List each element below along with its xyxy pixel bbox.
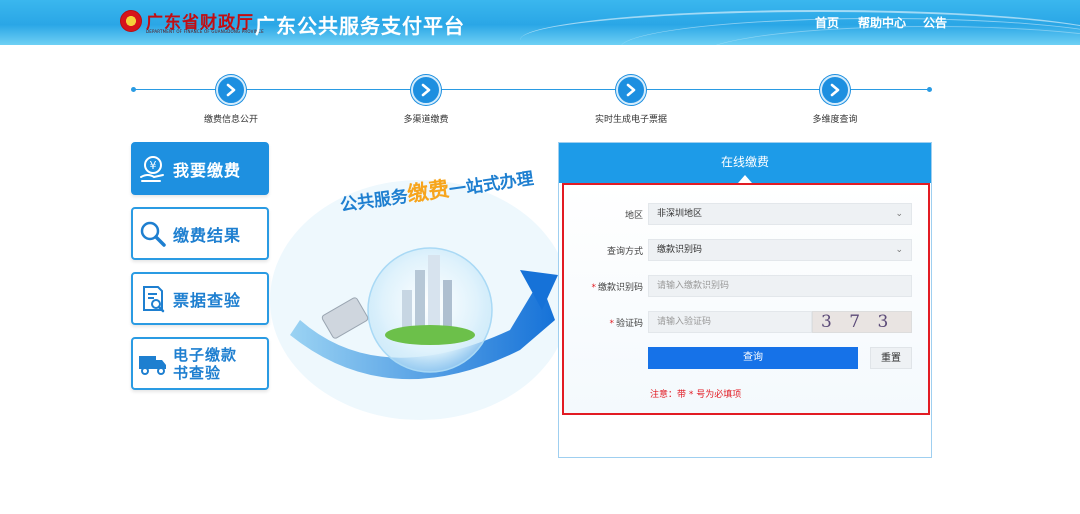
region-value: 非深圳地区 (657, 209, 703, 219)
payment-code-label: * 缴款识别码 (563, 280, 643, 293)
menu-ebook-label: 电子缴款 书查验 (173, 346, 237, 382)
payment-form: 地区 非深圳地区 ⌄ 查询方式 缴款识别码 ⌄ * 缴款识别码 请输入缴款识别码 … (562, 183, 930, 415)
platform-title: 广东公共服务支付平台 (255, 14, 465, 38)
top-header: 广东省财政厅 DEPARTMENT OF FINANCE OF GUANGDON… (0, 0, 1080, 45)
step-2-arrow-icon (411, 75, 441, 105)
captcha-image[interactable]: 3 7 3 \ (812, 311, 912, 333)
reset-button[interactable]: 重置 (870, 347, 912, 369)
nav-help-link[interactable]: 帮助中心 (858, 14, 906, 31)
query-button[interactable]: 查询 (648, 347, 858, 369)
steps-start-dot (131, 87, 136, 92)
menu-ebook-label-line2: 书查验 (173, 363, 222, 382)
step-4-arrow-icon (820, 75, 850, 105)
step-1-label: 缴费信息公开 (203, 115, 258, 125)
menu-verify-button[interactable]: 票据查验 (131, 272, 269, 325)
required-mark: * (609, 319, 614, 329)
online-payment-panel: 在线缴费 地区 非深圳地区 ⌄ 查询方式 缴款识别码 ⌄ * 缴款识别码 请输入缴… (558, 142, 932, 458)
query-method-value: 缴款识别码 (657, 245, 703, 255)
chevron-down-icon: ⌄ (895, 209, 903, 219)
nav-notice-link[interactable]: 公告 (923, 14, 947, 31)
menu-result-button[interactable]: 缴费结果 (131, 207, 269, 260)
menu-ebook-button[interactable]: 电子缴款 书查验 (131, 337, 269, 390)
menu-pay-button[interactable]: ¥ 我要缴费 (131, 142, 269, 195)
captcha-input[interactable]: 请输入验证码 (648, 311, 812, 333)
search-icon (133, 219, 173, 249)
panel-header: 在线缴费 (559, 143, 931, 183)
menu-result-label: 缴费结果 (173, 225, 242, 245)
svg-text:¥: ¥ (150, 159, 157, 172)
panel-notch (738, 175, 752, 183)
national-emblem-icon (120, 10, 142, 32)
step-2-label: 多渠道缴费 (403, 115, 449, 125)
region-select[interactable]: 非深圳地区 ⌄ (648, 203, 912, 225)
slogan-highlight: 缴费 (405, 175, 451, 207)
payment-code-label-text: 缴款识别码 (597, 283, 643, 293)
query-method-label: 查询方式 (606, 247, 643, 257)
nav-home-link[interactable]: 首页 (815, 14, 839, 31)
step-3-label: 实时生成电子票据 (594, 115, 667, 125)
step-3-arrow-icon (616, 75, 646, 105)
captcha-label-text: 验证码 (615, 319, 643, 329)
chevron-down-icon: ⌄ (895, 245, 903, 255)
truck-icon (133, 350, 173, 378)
steps-line (133, 89, 930, 90)
menu-pay-label: 我要缴费 (173, 160, 242, 180)
menu-verify-label: 票据查验 (173, 290, 242, 310)
required-note: 注意：带 * 号为必填项 (650, 390, 742, 400)
payment-code-input[interactable]: 请输入缴款识别码 (648, 275, 912, 297)
region-label: 地区 (624, 211, 643, 221)
captcha-label: * 验证码 (563, 316, 643, 329)
receipt-search-icon (133, 284, 173, 314)
panel-title: 在线缴费 (720, 155, 769, 169)
step-1-arrow-icon (216, 75, 246, 105)
menu-ebook-label-line1: 电子缴款 (173, 345, 238, 364)
hand-coin-icon: ¥ (133, 154, 173, 184)
step-4-label: 多维度查询 (812, 115, 858, 125)
required-mark: * (591, 283, 596, 293)
query-method-select[interactable]: 缴款识别码 ⌄ (648, 239, 912, 261)
steps-end-dot (927, 87, 932, 92)
logo-subtitle: DEPARTMENT OF FINANCE OF GUANGDONG PROVI… (146, 29, 264, 34)
